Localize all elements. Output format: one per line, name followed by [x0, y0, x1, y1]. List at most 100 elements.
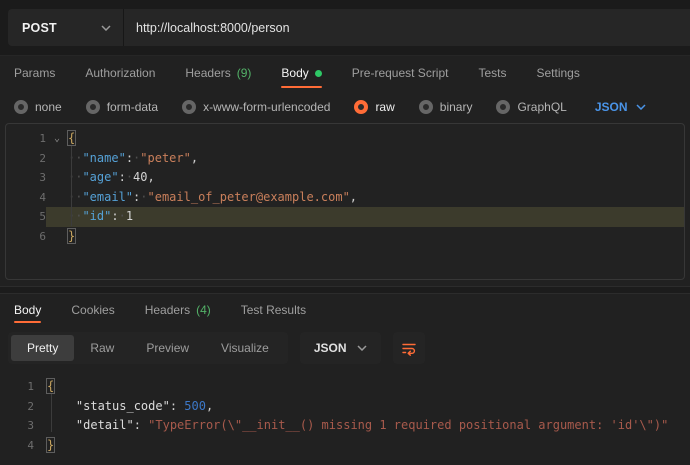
raw-language-label: JSON — [595, 100, 628, 114]
code-line: 2 "status_code": 500, — [0, 397, 690, 417]
response-body-viewer[interactable]: 1{2 "status_code": 500,3 "detail": "Type… — [0, 370, 690, 465]
code-line: 3 ··"age":·40, — [6, 168, 684, 188]
body-type-row: none form-data x-www-form-urlencoded raw bin… — [0, 90, 690, 123]
url-text: http://localhost:8000/person — [136, 21, 290, 35]
body-set-dot-indicator — [315, 70, 322, 77]
fold-gutter — [34, 397, 47, 417]
request-tabs: Params Authorization Headers (9) Body Pre-req… — [0, 56, 690, 90]
body-type-radio-binary[interactable]: binary — [419, 100, 473, 114]
response-toolbar: PrettyRawPreviewVisualize JSON — [8, 332, 690, 364]
radio-label: GraphQL — [517, 100, 566, 114]
fold-gutter — [46, 149, 68, 169]
tab-settings[interactable]: Settings — [537, 56, 580, 90]
line-number: 4 — [6, 188, 46, 208]
body-type-radio-form-data[interactable]: form-data — [86, 100, 158, 114]
radio-icon — [496, 100, 510, 114]
fold-gutter — [46, 188, 68, 208]
tab-label: Cookies — [71, 303, 114, 317]
code-text: "detail": "TypeError(\"__init__() missin… — [47, 416, 668, 436]
body-type-radio-raw[interactable]: raw — [354, 100, 394, 114]
tab-label: Body — [281, 66, 308, 80]
response-tab-headers[interactable]: Headers (4) — [145, 294, 211, 325]
chevron-down-icon — [357, 345, 367, 351]
line-number: 1 — [6, 129, 46, 149]
response-tab-body[interactable]: Body — [14, 294, 41, 325]
chevron-down-icon — [101, 25, 111, 31]
tab-label: Tests — [478, 66, 506, 80]
postman-app: POST http://localhost:8000/person Params… — [0, 0, 690, 465]
response-tab-test-results[interactable]: Test Results — [241, 294, 306, 325]
code-text: } — [47, 436, 54, 456]
tab-label: Headers — [185, 66, 230, 80]
line-number: 3 — [0, 416, 34, 436]
fold-gutter — [34, 436, 47, 456]
radio-icon — [14, 100, 28, 114]
line-number: 4 — [0, 436, 34, 456]
wrap-text-button[interactable] — [393, 332, 425, 364]
line-number: 3 — [6, 168, 46, 188]
line-number: 2 — [6, 149, 46, 169]
format-label: JSON — [314, 341, 347, 355]
view-visualize-button[interactable]: Visualize — [205, 335, 285, 361]
view-preview-button[interactable]: Preview — [130, 335, 205, 361]
radio-icon — [419, 100, 433, 114]
method-label: POST — [22, 21, 57, 35]
radio-icon — [182, 100, 196, 114]
radio-label: raw — [375, 100, 394, 114]
code-line: 4 ··"email":·"email_of_peter@example.com"… — [6, 188, 684, 208]
radio-label: binary — [440, 100, 473, 114]
tab-label: Test Results — [241, 303, 306, 317]
view-pretty-button[interactable]: Pretty — [11, 335, 74, 361]
code-text: "status_code": 500, — [47, 397, 213, 417]
radio-label: form-data — [107, 100, 158, 114]
body-type-radio-none[interactable]: none — [14, 100, 62, 114]
method-selector[interactable]: POST — [8, 9, 124, 46]
line-number: 5 — [6, 207, 46, 227]
tab-pre-request-script[interactable]: Pre-request Script — [352, 56, 449, 90]
indent-guide — [51, 394, 52, 432]
radio-label: x-www-form-urlencoded — [203, 100, 330, 114]
tab-label: Headers — [145, 303, 190, 317]
tab-label: Body — [14, 303, 41, 317]
tab-tests[interactable]: Tests — [478, 56, 506, 90]
tab-label: Params — [14, 66, 55, 80]
fold-gutter — [46, 227, 68, 247]
tab-headers[interactable]: Headers (9) — [185, 56, 251, 90]
tab-count-badge: (4) — [196, 303, 211, 317]
indent-guide — [71, 146, 72, 226]
code-text: ··"age":·40, — [68, 168, 155, 188]
code-line: 2··"name":·"peter", — [6, 149, 684, 169]
code-text: } — [68, 227, 75, 247]
view-raw-button[interactable]: Raw — [74, 335, 130, 361]
code-line: 4} — [0, 436, 690, 456]
radio-label: none — [35, 100, 62, 114]
body-type-radio-x-www-form-urlencoded[interactable]: x-www-form-urlencoded — [182, 100, 330, 114]
response-tab-cookies[interactable]: Cookies — [71, 294, 114, 325]
url-input[interactable]: http://localhost:8000/person — [124, 9, 690, 46]
tab-params[interactable]: Params — [14, 56, 55, 90]
request-body-editor[interactable]: 1⌄{2··"name":·"peter",3 ··"age":·40, 4 ··"e… — [5, 123, 685, 280]
tab-label: Settings — [537, 66, 580, 80]
tab-count-badge: (9) — [237, 66, 252, 80]
section-divider — [0, 286, 690, 294]
code-line: 1{ — [0, 377, 690, 397]
tab-authorization[interactable]: Authorization — [85, 56, 155, 90]
code-text: ··"id":·1 — [68, 207, 133, 227]
fold-toggle-icon[interactable]: ⌄ — [46, 129, 68, 149]
response-format-selector[interactable]: JSON — [300, 332, 381, 364]
code-line: 3 "detail": "TypeError(\"__init__() miss… — [0, 416, 690, 436]
code-text: ··"email":·"email_of_peter@example.com", — [68, 188, 357, 208]
fold-gutter — [34, 416, 47, 436]
line-number: 2 — [0, 397, 34, 417]
fold-gutter — [46, 168, 68, 188]
tab-body[interactable]: Body — [281, 56, 321, 90]
radio-icon — [354, 100, 368, 114]
line-number: 6 — [6, 227, 46, 247]
body-type-radio-graphql[interactable]: GraphQL — [496, 100, 566, 114]
request-url-bar: POST http://localhost:8000/person — [0, 0, 690, 56]
code-line: 6} — [6, 227, 684, 247]
code-line: 1⌄{ — [6, 129, 684, 149]
response-tabs: Body Cookies Headers (4) Test Results — [0, 294, 690, 325]
tab-label: Authorization — [85, 66, 155, 80]
raw-language-selector[interactable]: JSON — [595, 100, 646, 114]
